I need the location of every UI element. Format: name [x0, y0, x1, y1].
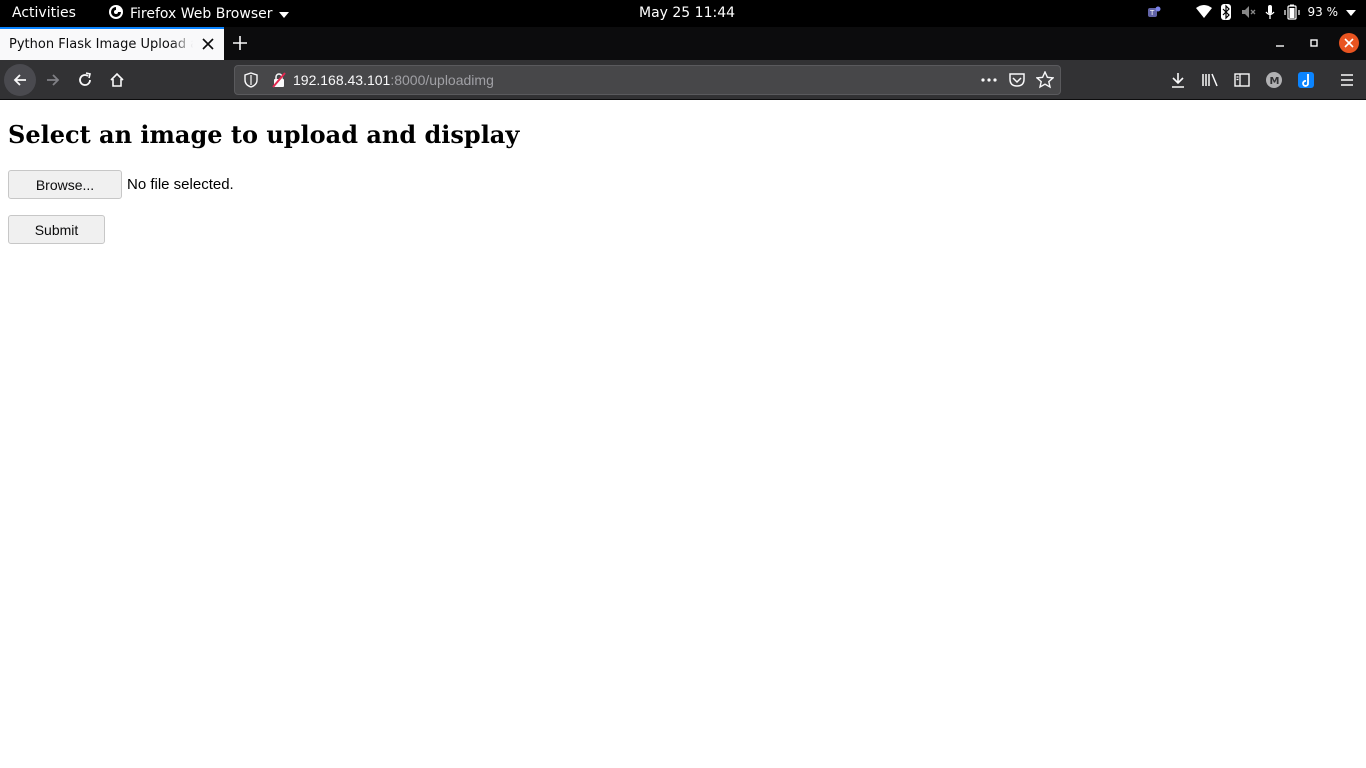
navigation-toolbar: 192.168.43.101:8000/uploadimg M	[0, 60, 1366, 100]
address-bar[interactable]: 192.168.43.101:8000/uploadimg	[234, 65, 1061, 95]
volume-muted-icon[interactable]	[1240, 4, 1256, 20]
reload-button[interactable]	[69, 64, 101, 96]
account-icon[interactable]: M	[1264, 70, 1284, 90]
url-path: :8000/uploadimg	[390, 72, 494, 88]
file-status-text: No file selected.	[127, 176, 234, 193]
battery-icon[interactable]	[1283, 4, 1300, 20]
clock[interactable]: May 25 11:44	[639, 5, 735, 21]
forward-button[interactable]	[37, 64, 69, 96]
back-button[interactable]	[4, 64, 36, 96]
submit-button[interactable]: Submit	[8, 215, 105, 244]
battery-percentage: 93 %	[1307, 5, 1339, 19]
close-window-icon[interactable]	[1339, 33, 1359, 53]
new-tab-icon[interactable]	[231, 34, 249, 52]
system-top-bar: Activities Firefox Web Browser May 25 11…	[0, 0, 1366, 27]
tab-title: Python Flask Image Upload and Display	[9, 37, 193, 52]
svg-text:T: T	[1149, 9, 1155, 17]
teams-icon[interactable]: T	[1146, 4, 1162, 20]
url-text[interactable]: 192.168.43.101:8000/uploadimg	[293, 72, 494, 88]
more-actions-icon[interactable]	[980, 71, 998, 93]
hamburger-menu-icon[interactable]	[1337, 70, 1357, 90]
pocket-icon[interactable]	[1008, 71, 1026, 93]
bluetooth-icon[interactable]	[1220, 4, 1232, 20]
extension-icon[interactable]	[1296, 70, 1316, 90]
chevron-down-icon	[278, 6, 289, 22]
page-content: Select an image to upload and display Br…	[0, 101, 1366, 768]
maximize-icon[interactable]	[1305, 34, 1323, 52]
browse-file-button[interactable]: Browse...	[8, 170, 122, 199]
activities-button[interactable]: Activities	[12, 5, 76, 21]
microphone-icon[interactable]	[1264, 4, 1276, 20]
tab-strip: Python Flask Image Upload and Display	[0, 27, 1366, 60]
wifi-icon[interactable]	[1195, 5, 1212, 19]
tracking-protection-icon[interactable]	[243, 72, 259, 92]
page-actions	[980, 70, 1055, 93]
page-heading: Select an image to upload and display	[8, 120, 520, 149]
home-button[interactable]	[101, 64, 133, 96]
downloads-icon[interactable]	[1168, 70, 1188, 90]
tab-active[interactable]: Python Flask Image Upload and Display	[0, 27, 224, 60]
app-menu-label: Firefox Web Browser	[130, 6, 273, 22]
close-tab-icon[interactable]	[200, 36, 216, 52]
minimize-icon[interactable]	[1271, 34, 1289, 52]
firefox-icon	[108, 4, 124, 24]
library-icon[interactable]	[1200, 70, 1220, 90]
chevron-down-icon	[1346, 5, 1356, 19]
system-tray[interactable]: T 93 %	[1146, 4, 1356, 20]
app-menu[interactable]: Firefox Web Browser	[108, 4, 289, 24]
insecure-connection-icon[interactable]	[271, 72, 287, 92]
sidebar-icon[interactable]	[1232, 70, 1252, 90]
url-host: 192.168.43.101	[293, 72, 391, 88]
bookmark-star-icon[interactable]	[1035, 70, 1055, 93]
svg-text:M: M	[1270, 76, 1280, 87]
